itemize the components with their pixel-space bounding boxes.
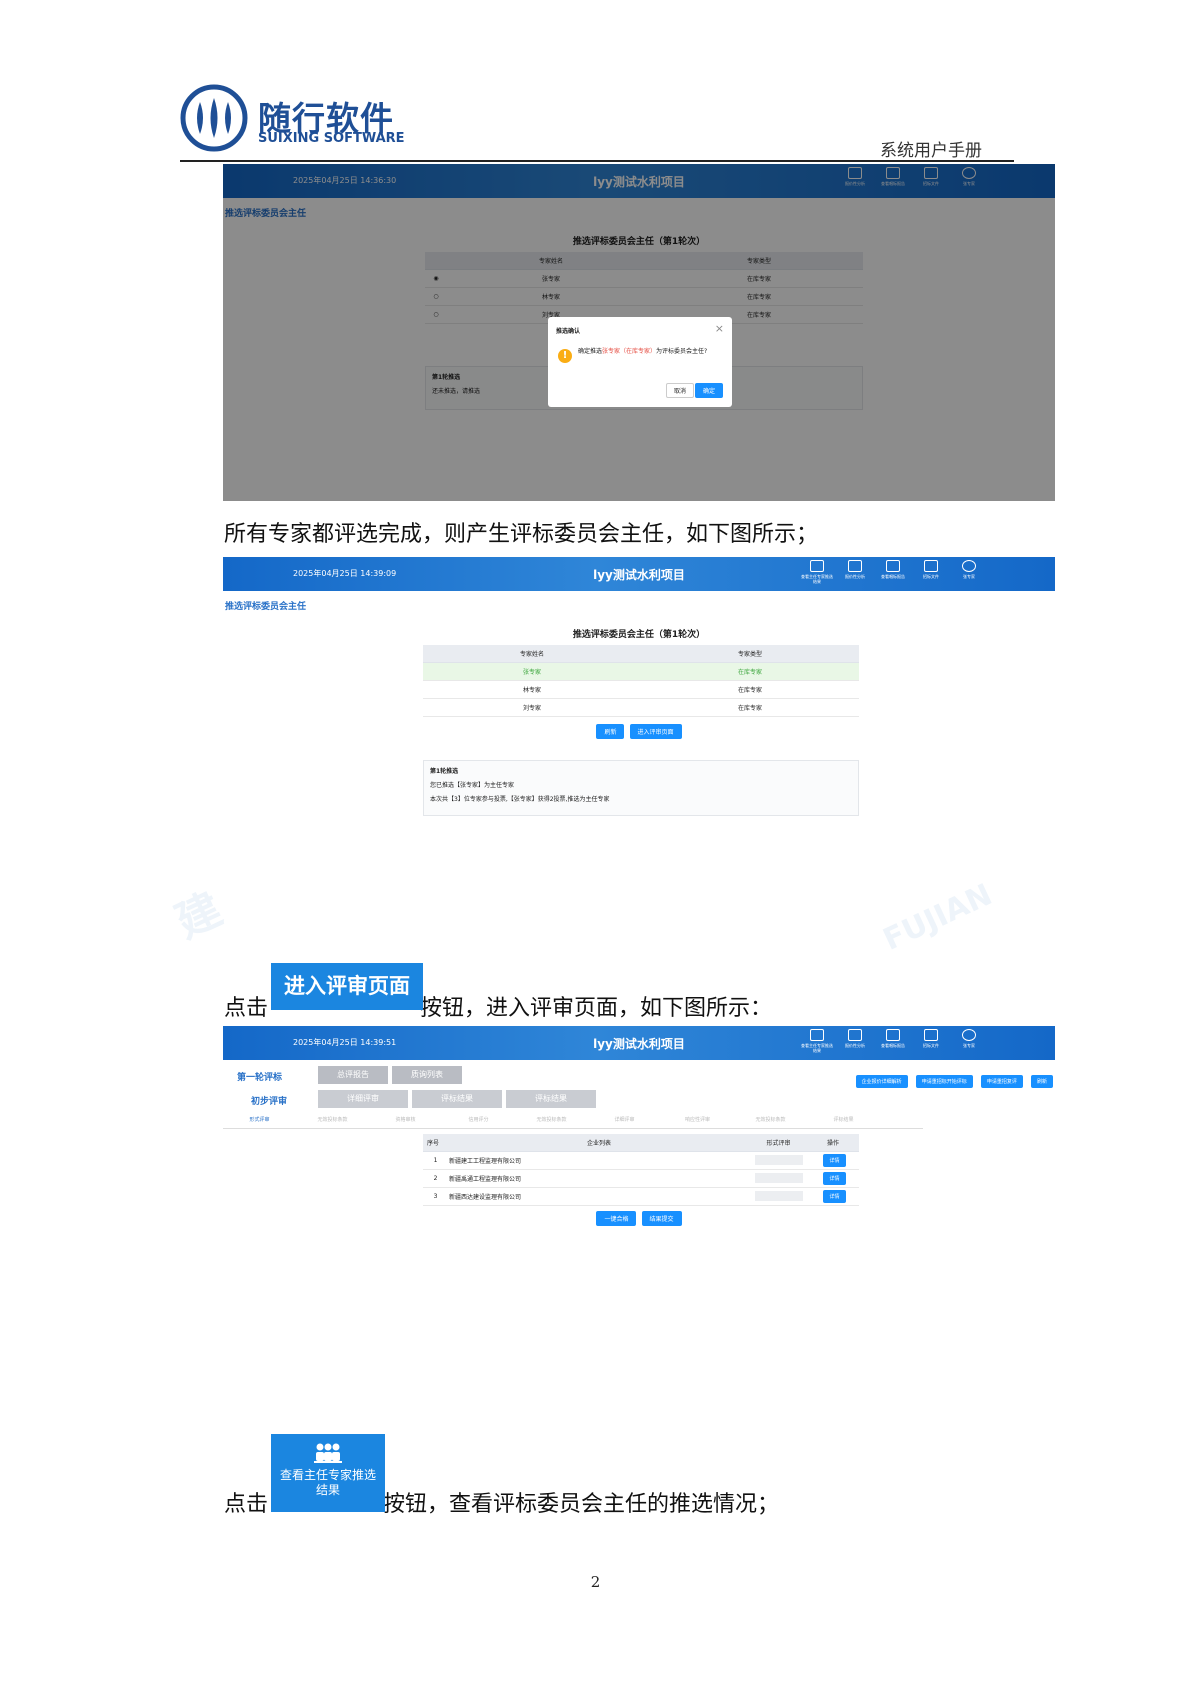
tab-inquiry-list[interactable]: 质询列表: [392, 1066, 462, 1084]
warning-icon: !: [558, 349, 572, 363]
cancel-button[interactable]: 取消: [666, 383, 695, 398]
table-title: 推选评标委员会主任（第1轮次）: [572, 630, 706, 640]
company-table: 序号 企业列表 形式评审 操作 1 新疆建工工程监理有限公司 详情 2 新疆禹通工程监…: [423, 1134, 859, 1206]
tab-summary-report[interactable]: 总评报告: [318, 1066, 388, 1084]
table-row: 刘专家 在库专家: [423, 698, 859, 717]
round-note: 第1轮推选 您已推选【张专家】为主任专家 本次共【3】位专家参与投票,【张专家】…: [423, 760, 859, 816]
user-icon[interactable]: 张专家: [953, 1029, 985, 1053]
document-tag: 系统用户手册: [880, 141, 982, 161]
top-bar: 2025年04月25日 14:39:51 lyy测试水利项目 查看主任专家推选结…: [223, 1026, 1055, 1060]
tab-evaluation-detail[interactable]: 评标结果: [412, 1090, 502, 1108]
sub-tab-bar: 形式评审 无效投标条款 资格审核 信用评分 无效投标条款 详细评审 响应性评审 …: [223, 1116, 923, 1129]
restart-evaluation-button[interactable]: 申请重招标开始评标: [915, 1075, 973, 1088]
user-icon[interactable]: 张专家: [953, 560, 985, 584]
detail-button[interactable]: 详情: [823, 1154, 846, 1167]
table-row: 林专家 在库专家: [423, 680, 859, 699]
breadcrumb: 推选评标委员会主任: [225, 602, 307, 612]
dialog-title: 推选确认: [556, 328, 581, 335]
table-row: 1 新疆建工工程监理有限公司 详情: [423, 1151, 859, 1170]
file-icon[interactable]: 招标文件: [915, 1029, 947, 1053]
table-row-selected: 张专家 在库专家: [423, 662, 859, 681]
company-logo-icon: [180, 84, 248, 152]
report-icon[interactable]: 查看唱标报告: [877, 1029, 909, 1053]
chairman-result-button-image[interactable]: 查看主任专家推选结果: [271, 1434, 385, 1512]
chairman-result-icon[interactable]: 查看主任专家推选结果: [801, 1029, 833, 1053]
report-icon[interactable]: 查看唱标报告: [877, 560, 909, 584]
enter-review-button[interactable]: 进入评审页面: [629, 724, 682, 739]
stage-label: 初步评审: [251, 1097, 288, 1107]
screenshot-chairman-result: 2025年04月25日 14:39:09 lyy测试水利项目 查看主任专家推选结…: [223, 557, 1055, 817]
logo-en-text: SUIXING SOFTWARE: [258, 131, 405, 146]
watermark: FUJIAN: [878, 877, 998, 958]
round-label: 第一轮评标: [237, 1073, 283, 1083]
analysis-icon[interactable]: 报价性分析: [839, 1029, 871, 1053]
file-icon[interactable]: 招标文件: [915, 560, 947, 584]
enter-review-button-image[interactable]: 进入评审页面: [271, 963, 423, 1010]
one-click-pass-button[interactable]: 一键合格: [596, 1211, 637, 1226]
analysis-icon[interactable]: 报价性分析: [839, 560, 871, 584]
dialog-message: 确定推选张专家（在库专家）为评标委员会主任?: [578, 348, 708, 355]
detail-button[interactable]: 详情: [823, 1190, 846, 1203]
chairman-result-icon[interactable]: 查看主任专家推选结果: [801, 560, 833, 584]
page-number: 2: [590, 1573, 601, 1591]
table-row: 3 新疆西达建设监理有限公司 详情: [423, 1187, 859, 1206]
chairman-result-label: 查看主任专家推选结果: [279, 1468, 376, 1497]
confirm-dialog: 推选确认 × ! 确定推选张专家（在库专家）为评标委员会主任? 取消 确定: [548, 317, 732, 407]
header-rule: [180, 160, 1014, 162]
expert-table: 专家姓名 专家类型 张专家 在库专家 林专家 在库专家 刘专家 在库专家: [423, 645, 859, 717]
col-header: 专家类型: [641, 645, 859, 663]
request-re-review-button[interactable]: 申请重招复评: [980, 1075, 1023, 1088]
refresh-button[interactable]: 刷新: [596, 724, 625, 739]
detail-button[interactable]: 详情: [823, 1172, 846, 1185]
paragraph-1: 所有专家都评选完成，则产生评标委员会主任，如下图所示；: [224, 522, 819, 547]
top-bar: 2025年04月25日 14:39:09 lyy测试水利项目 查看主任专家推选结…: [223, 557, 1055, 591]
submit-result-button[interactable]: 结果提交: [641, 1211, 682, 1226]
tab-detailed-review[interactable]: 详细评审: [318, 1090, 408, 1108]
price-analysis-button[interactable]: 企业报价详细解析: [855, 1075, 908, 1088]
refresh-button[interactable]: 刷新: [1030, 1075, 1053, 1088]
col-header: 专家姓名: [423, 645, 641, 663]
group-icon: [314, 1443, 342, 1463]
tab-evaluation-result[interactable]: 评标结果: [506, 1090, 596, 1108]
close-icon[interactable]: ×: [715, 322, 724, 335]
tab-form-review[interactable]: 形式评审: [223, 1116, 296, 1128]
watermark: 建: [168, 883, 230, 949]
ok-button[interactable]: 确定: [695, 383, 724, 398]
screenshot-confirm-dialog: 2025年04月25日 14:36:30 lyy测试水利项目 报价性分析 查看唱…: [223, 164, 1055, 501]
table-row: 2 新疆禹通工程监理有限公司 详情: [423, 1169, 859, 1188]
screenshot-review-page: 2025年04月25日 14:39:51 lyy测试水利项目 查看主任专家推选结…: [223, 1026, 1055, 1226]
